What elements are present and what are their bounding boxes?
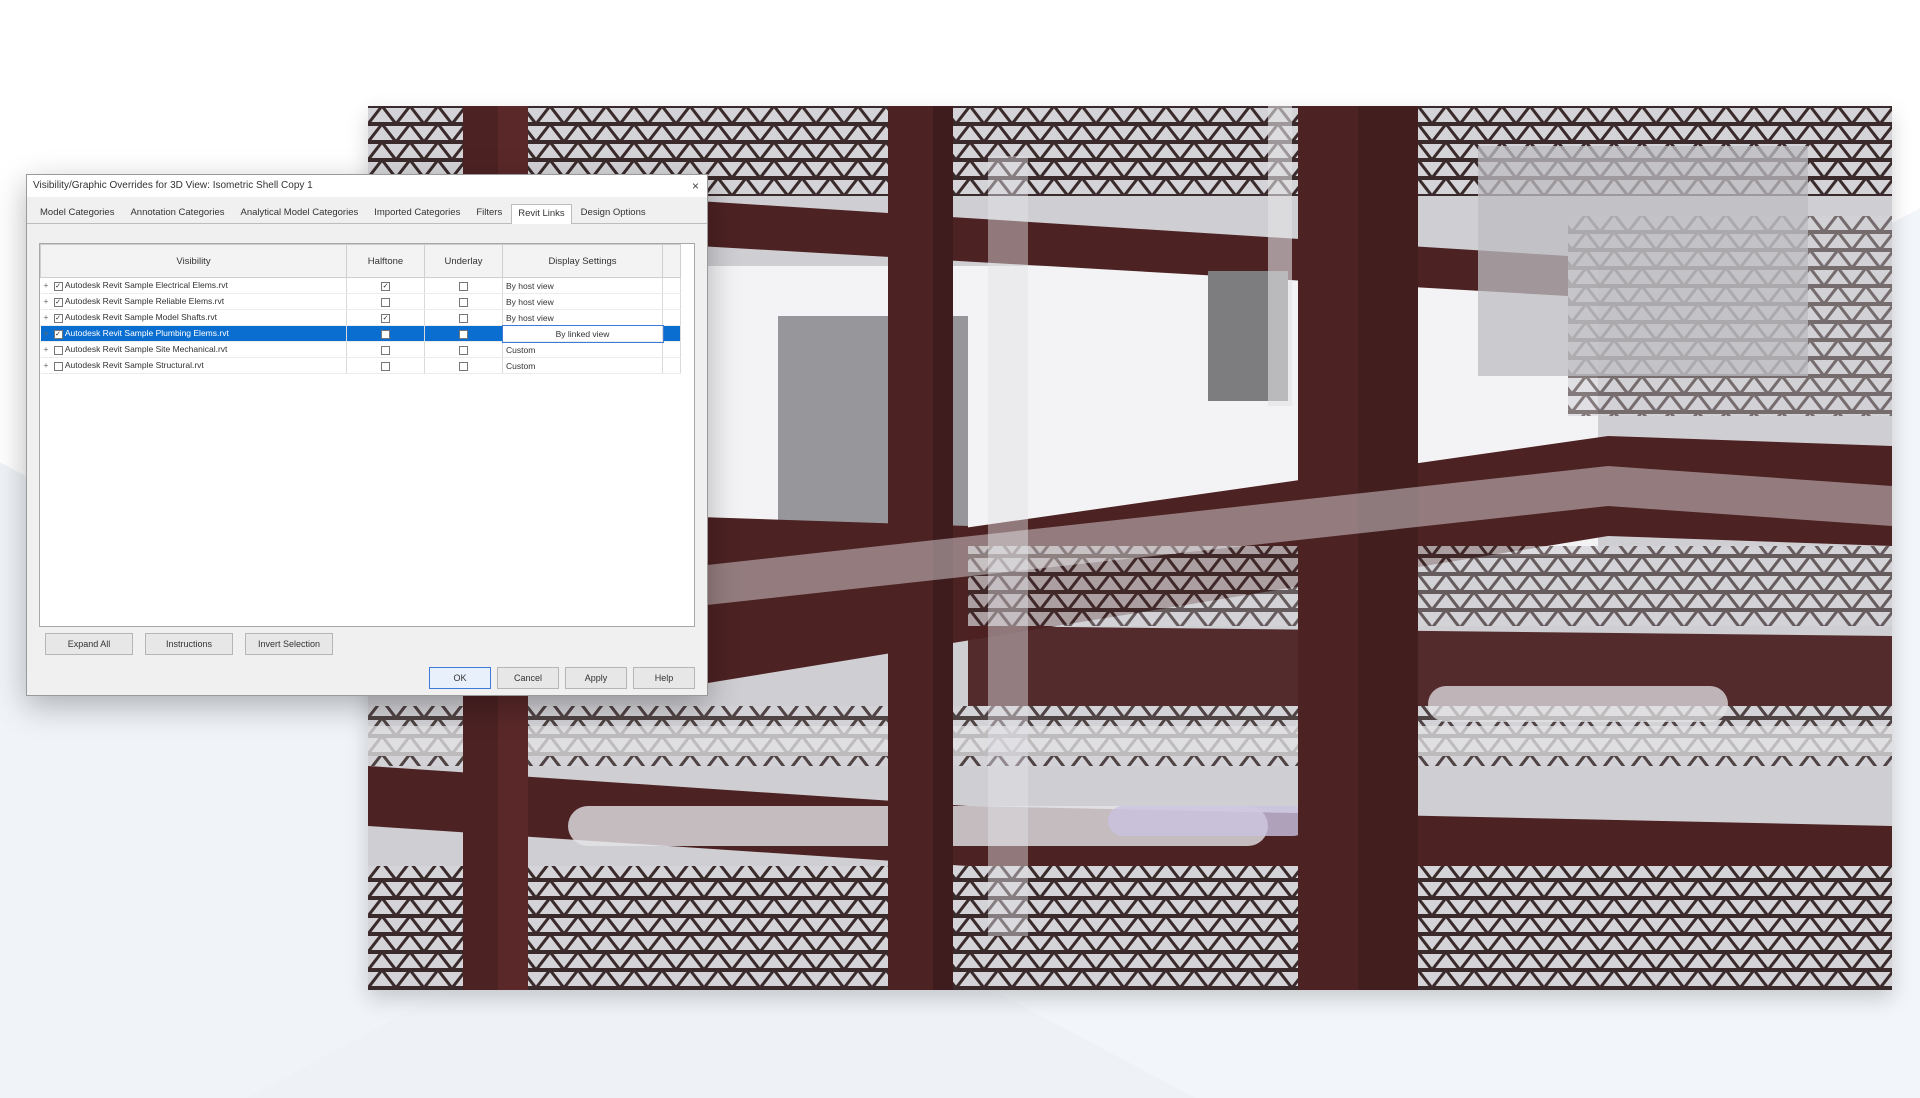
column-header-visibility[interactable]: Visibility xyxy=(40,244,347,278)
table-row-selected[interactable]: + ✓ Autodesk Revit Sample Plumbing Elems.… xyxy=(40,324,681,343)
visibility-checkbox[interactable]: ✓ xyxy=(53,313,63,323)
tab-imported-categories[interactable]: Imported Categories xyxy=(367,203,467,223)
link-name: Autodesk Revit Sample Structural.rvt xyxy=(64,360,204,371)
help-button[interactable]: Help xyxy=(633,667,695,689)
tab-strip: Model Categories Annotation Categories A… xyxy=(27,197,707,224)
tab-annotation-categories[interactable]: Annotation Categories xyxy=(123,203,231,223)
underlay-checkbox[interactable] xyxy=(459,313,468,323)
display-settings-cell[interactable]: Custom xyxy=(502,341,663,358)
tab-model-categories[interactable]: Model Categories xyxy=(33,203,121,223)
table-row[interactable]: + ✓ Autodesk Revit Sample Model Shafts.rv… xyxy=(40,309,681,326)
column-header-underlay[interactable]: Underlay xyxy=(424,244,503,278)
table-row[interactable]: + Autodesk Revit Sample Site Mechanical.… xyxy=(40,341,681,358)
display-settings-cell[interactable]: Custom xyxy=(502,357,663,374)
instructions-button[interactable]: Instructions xyxy=(145,633,233,655)
visibility-checkbox[interactable]: ✓ xyxy=(53,329,63,339)
links-grid: Visibility Halftone Underlay Display Set… xyxy=(39,243,695,627)
visibility-graphics-dialog: Visibility/Graphic Overrides for 3D View… xyxy=(26,174,708,696)
tab-analytical-model-categories[interactable]: Analytical Model Categories xyxy=(233,203,365,223)
table-row[interactable]: + Autodesk Revit Sample Structural.rvt C… xyxy=(40,357,681,374)
underlay-checkbox[interactable] xyxy=(459,281,468,291)
expand-icon[interactable]: + xyxy=(44,328,54,338)
close-icon[interactable]: × xyxy=(692,175,699,197)
link-name: Autodesk Revit Sample Plumbing Elems.rvt xyxy=(64,328,229,339)
table-row[interactable]: + ✓ Autodesk Revit Sample Electrical Elem… xyxy=(40,277,681,294)
table-row[interactable]: + ✓ Autodesk Revit Sample Reliable Elems.… xyxy=(40,293,681,310)
visibility-checkbox[interactable] xyxy=(53,361,63,371)
display-settings-cell[interactable]: By host view xyxy=(502,309,663,326)
expand-icon[interactable]: + xyxy=(44,312,54,322)
halftone-checkbox[interactable] xyxy=(381,361,390,371)
visibility-checkbox[interactable] xyxy=(53,345,63,355)
ok-button[interactable]: OK xyxy=(429,667,491,689)
link-name: Autodesk Revit Sample Site Mechanical.rv… xyxy=(64,344,228,355)
tab-filters[interactable]: Filters xyxy=(469,203,509,223)
expand-icon[interactable]: + xyxy=(44,296,54,306)
underlay-checkbox[interactable] xyxy=(459,345,468,355)
underlay-checkbox[interactable] xyxy=(459,361,468,371)
halftone-checkbox[interactable]: ✓ xyxy=(381,281,390,291)
links-table: Visibility Halftone Underlay Display Set… xyxy=(40,244,681,374)
expand-icon[interactable]: + xyxy=(44,280,54,290)
column-header-halftone[interactable]: Halftone xyxy=(346,244,425,278)
underlay-checkbox[interactable] xyxy=(459,329,468,339)
expand-icon[interactable]: + xyxy=(44,344,54,354)
link-name: Autodesk Revit Sample Electrical Elems.r… xyxy=(64,280,228,291)
tab-revit-links[interactable]: Revit Links xyxy=(511,204,572,224)
column-header-display-settings[interactable]: Display Settings xyxy=(502,244,663,278)
halftone-checkbox[interactable] xyxy=(381,345,390,355)
visibility-checkbox[interactable]: ✓ xyxy=(53,281,63,291)
dialog-title: Visibility/Graphic Overrides for 3D View… xyxy=(33,180,313,191)
apply-button[interactable]: Apply xyxy=(565,667,627,689)
expand-icon[interactable]: + xyxy=(44,360,54,370)
visibility-checkbox[interactable]: ✓ xyxy=(53,297,63,307)
halftone-checkbox[interactable] xyxy=(381,297,390,307)
cancel-button[interactable]: Cancel xyxy=(497,667,559,689)
dialog-title-bar: Visibility/Graphic Overrides for 3D View… xyxy=(27,175,707,197)
expand-all-button[interactable]: Expand All xyxy=(45,633,133,655)
display-settings-cell[interactable]: By host view xyxy=(502,293,663,310)
display-settings-cell[interactable]: By host view xyxy=(502,277,663,294)
link-name: Autodesk Revit Sample Reliable Elems.rvt xyxy=(64,296,225,307)
halftone-checkbox[interactable]: ✓ xyxy=(381,313,390,323)
column-header-spacer xyxy=(662,244,681,278)
invert-selection-button[interactable]: Invert Selection xyxy=(245,633,333,655)
tab-design-options[interactable]: Design Options xyxy=(574,203,653,223)
underlay-checkbox[interactable] xyxy=(459,297,468,307)
halftone-checkbox[interactable] xyxy=(381,329,390,339)
display-settings-cell[interactable]: By linked view xyxy=(501,324,664,343)
link-name: Autodesk Revit Sample Model Shafts.rvt xyxy=(64,312,217,323)
